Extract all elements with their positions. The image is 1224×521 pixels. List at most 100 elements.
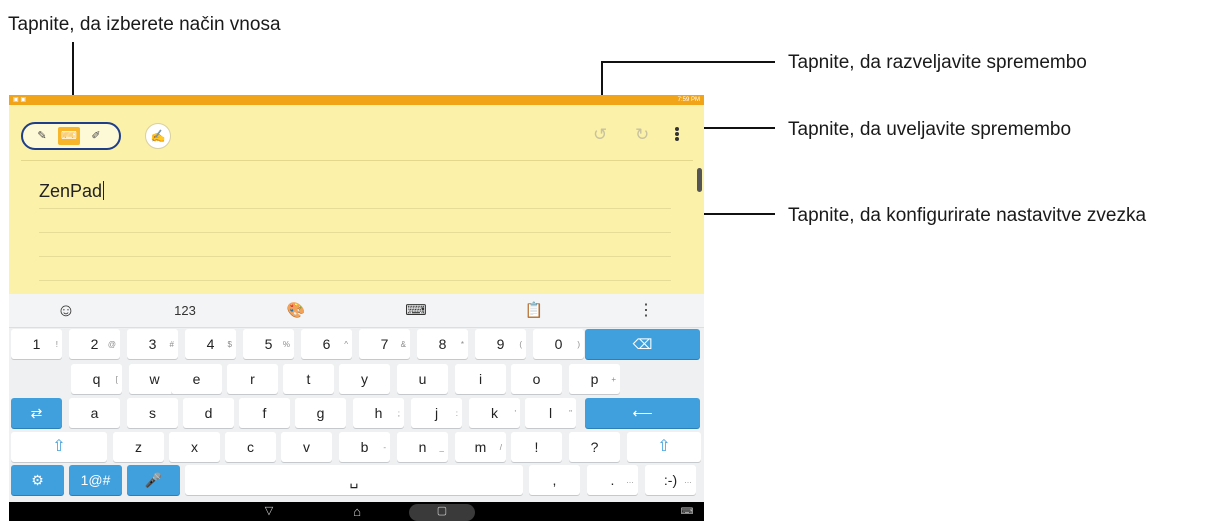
- key-label: u: [418, 371, 427, 387]
- key-row4-4[interactable]: v: [281, 432, 332, 462]
- key-row4-1[interactable]: z: [113, 432, 164, 462]
- key-hint: $: [227, 340, 232, 349]
- key-row1-1[interactable]: 2 @: [69, 329, 120, 359]
- key-row2-8[interactable]: o: [511, 364, 562, 394]
- key-label: 🎤: [144, 472, 163, 488]
- key-label: b: [360, 439, 369, 455]
- key-row1-9[interactable]: 0): [533, 329, 584, 359]
- key-row2-2[interactable]: e: [171, 364, 222, 394]
- key-row1-3[interactable]: 4 $: [185, 329, 236, 359]
- more-vert-icon[interactable]: [675, 127, 679, 141]
- emoji-icon[interactable]: ☺: [49, 294, 83, 327]
- key-hint: -: [383, 443, 386, 452]
- ruled-line: [39, 208, 671, 209]
- key-row1-8[interactable]: 9(: [475, 329, 526, 359]
- more-options-icon[interactable]: ⋮: [631, 294, 661, 327]
- key-label: ␣: [349, 472, 359, 488]
- key-label: z: [135, 439, 142, 455]
- key-label: t: [306, 371, 311, 387]
- key-label: 9: [496, 336, 505, 352]
- key-row3-10[interactable]: ⟵: [585, 398, 700, 428]
- key-row5-2[interactable]: 🎤: [127, 465, 180, 495]
- tablet-screen: ▣ ▣ 7:59 PM ✎ ⌨ ✐ ✍ ↺ ↻ ZenPad ☺ 123 🎨 ⌨…: [9, 95, 704, 521]
- input-mode-selector[interactable]: ✎ ⌨ ✐: [21, 122, 121, 150]
- key-row1-10[interactable]: ⌫: [585, 329, 700, 359]
- key-row1-2[interactable]: 3 #: [127, 329, 178, 359]
- key-row3-9[interactable]: l ": [525, 398, 576, 428]
- key-label: 1@#: [80, 472, 111, 488]
- key-row5-4[interactable]: ,: [529, 465, 580, 495]
- navigation-bar: ▽ ⌂ ▢ ⌨: [9, 502, 704, 521]
- pen-icon[interactable]: ✍: [145, 123, 171, 149]
- key-hint: #: [169, 340, 174, 349]
- clipboard-icon[interactable]: 📋: [517, 294, 551, 327]
- key-label: q: [92, 371, 101, 387]
- key-row3-2[interactable]: s: [127, 398, 178, 428]
- scrollbar[interactable]: [697, 168, 702, 192]
- key-row2-6[interactable]: u: [397, 364, 448, 394]
- numbers-button[interactable]: 123: [165, 294, 205, 327]
- key-row4-2[interactable]: x: [169, 432, 220, 462]
- key-row2-5[interactable]: y: [339, 364, 390, 394]
- key-row1-0[interactable]: 1!: [11, 329, 62, 359]
- key-row3-5[interactable]: g: [295, 398, 346, 428]
- key-row3-0[interactable]: ⇄: [11, 398, 62, 428]
- keyboard-icon[interactable]: ⌨: [58, 127, 80, 145]
- key-row4-3[interactable]: c: [225, 432, 276, 462]
- key-row4-7[interactable]: m /: [455, 432, 506, 462]
- callout-undo: Tapnite, da razveljavite spremembo: [788, 52, 1087, 73]
- status-bar: ▣ ▣ 7:59 PM: [9, 95, 704, 105]
- key-label: r: [250, 371, 255, 387]
- home-icon[interactable]: ⌂: [345, 502, 369, 521]
- key-row1-4[interactable]: 5%: [243, 329, 294, 359]
- key-row4-8[interactable]: !: [511, 432, 562, 462]
- key-row4-6[interactable]: n _: [397, 432, 448, 462]
- key-row1-5[interactable]: 6 ^: [301, 329, 352, 359]
- key-row3-8[interactable]: k ': [469, 398, 520, 428]
- key-row5-1[interactable]: 1@#: [69, 465, 122, 495]
- key-hint: ': [514, 409, 516, 418]
- key-row3-1[interactable]: a: [69, 398, 120, 428]
- key-row4-10[interactable]: ⇧: [627, 432, 701, 462]
- recents-icon[interactable]: ▢: [430, 502, 454, 521]
- keyboard-layout-icon[interactable]: ⌨: [399, 294, 433, 327]
- keyboard-switch-icon[interactable]: ⌨: [677, 502, 697, 521]
- key-row5-3[interactable]: ␣: [185, 465, 523, 495]
- key-row3-7[interactable]: j:: [411, 398, 462, 428]
- key-label: ⌫: [632, 336, 653, 352]
- note-text[interactable]: ZenPad: [39, 181, 105, 202]
- key-label: c: [247, 439, 254, 455]
- handwriting-icon[interactable]: ✎: [31, 127, 53, 145]
- key-label: v: [303, 439, 310, 455]
- key-row4-0[interactable]: ⇧: [11, 432, 107, 462]
- key-row3-4[interactable]: f: [239, 398, 290, 428]
- key-row5-5[interactable]: .…: [587, 465, 638, 495]
- key-row1-6[interactable]: 7 &: [359, 329, 410, 359]
- key-row1-7[interactable]: 8 *: [417, 329, 468, 359]
- stylus-icon[interactable]: ✐: [85, 127, 107, 145]
- note-area[interactable]: ✎ ⌨ ✐ ✍ ↺ ↻ ZenPad: [9, 105, 704, 294]
- key-row3-6[interactable]: h;: [353, 398, 404, 428]
- key-hint: *: [460, 340, 464, 349]
- back-icon[interactable]: ▽: [257, 502, 281, 521]
- key-row4-9[interactable]: ?: [569, 432, 620, 462]
- key-row2-7[interactable]: i: [455, 364, 506, 394]
- theme-icon[interactable]: 🎨: [279, 294, 313, 327]
- key-row5-0[interactable]: ⚙: [11, 465, 64, 495]
- redo-icon[interactable]: ↻: [635, 125, 649, 145]
- key-row2-4[interactable]: t: [283, 364, 334, 394]
- key-row4-5[interactable]: b-: [339, 432, 390, 462]
- on-screen-keyboard: ☺ 123 🎨 ⌨ 📋 ⋮ 1!2@3#4$5%6^7&8*9(0)⌫q[w]e…: [9, 294, 704, 502]
- ruled-line: [39, 280, 671, 281]
- undo-icon[interactable]: ↺: [593, 125, 607, 145]
- keyboard-toolbar: ☺ 123 🎨 ⌨ 📋 ⋮: [9, 294, 704, 328]
- key-label: ⇄: [30, 405, 43, 421]
- key-label: o: [532, 371, 541, 387]
- key-row2-9[interactable]: p +: [569, 364, 620, 394]
- key-row3-3[interactable]: d: [183, 398, 234, 428]
- key-hint: +: [611, 375, 616, 384]
- key-row5-6[interactable]: :-)…: [645, 465, 696, 495]
- key-label: j: [434, 405, 439, 421]
- key-row2-3[interactable]: r: [227, 364, 278, 394]
- key-row2-0[interactable]: q[: [71, 364, 122, 394]
